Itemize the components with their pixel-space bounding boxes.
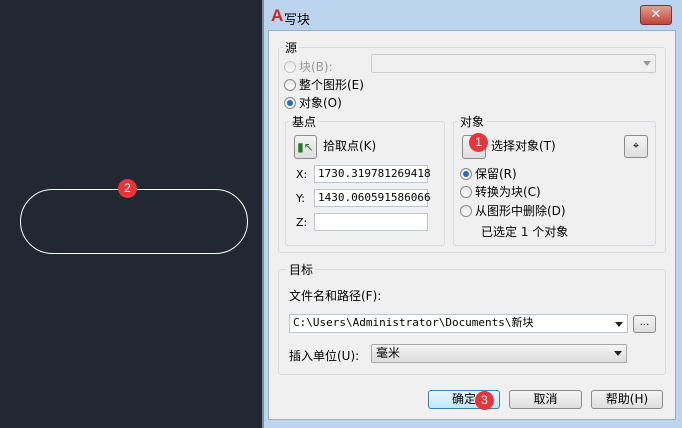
- chevron-down-icon: [614, 351, 622, 356]
- convert-to-block-radio[interactable]: 转换为块(C): [460, 183, 541, 200]
- source-label: 源: [283, 39, 300, 56]
- block-name-dropdown[interactable]: [371, 54, 656, 73]
- help-button[interactable]: 帮助(H): [591, 390, 663, 409]
- radio-circle-selected: [284, 96, 296, 109]
- y-input[interactable]: 1430.060591586066: [314, 189, 431, 207]
- pick-point-icon: ▮↖: [297, 140, 314, 154]
- file-path-value: C:\Users\Administrator\Documents\新块: [293, 316, 534, 329]
- pick-point-button[interactable]: ▮↖: [294, 135, 317, 159]
- retain-label: 保留(R): [475, 167, 517, 181]
- radio-circle-selected: [460, 167, 472, 180]
- z-label: Z:: [296, 216, 308, 229]
- radio-circle: [284, 78, 296, 91]
- radio-circle: [460, 185, 472, 198]
- step-badge-3: 3: [475, 391, 494, 410]
- quick-select-icon: ⌖: [632, 139, 640, 152]
- x-input[interactable]: 1730.319781269418: [314, 165, 431, 183]
- objects-group-label: 对象: [458, 113, 487, 130]
- objects-radio[interactable]: 对象(O): [284, 94, 342, 111]
- block-radio-label: 块(B):: [299, 60, 333, 74]
- selection-status: 已选定 1 个对象: [481, 225, 569, 239]
- cancel-button[interactable]: 取消: [509, 390, 582, 409]
- y-label: Y:: [296, 192, 305, 205]
- chevron-down-icon: [615, 322, 623, 327]
- close-button[interactable]: ✕: [640, 5, 672, 25]
- step-badge-1: 1: [469, 133, 488, 152]
- entire-drawing-label: 整个图形(E): [299, 78, 364, 92]
- z-input[interactable]: [314, 213, 428, 231]
- destination-label: 目标: [287, 261, 316, 278]
- delete-label: 从图形中删除(D): [475, 204, 566, 218]
- radio-circle: [284, 60, 296, 73]
- convert-label: 转换为块(C): [475, 185, 541, 199]
- entire-drawing-radio[interactable]: 整个图形(E): [284, 76, 364, 93]
- objects-radio-label: 对象(O): [299, 96, 342, 110]
- delete-from-drawing-radio[interactable]: 从图形中删除(D): [460, 202, 566, 219]
- block-radio[interactable]: 块(B):: [284, 58, 333, 75]
- quick-select-button[interactable]: ⌖: [624, 135, 648, 158]
- chevron-down-icon: [643, 61, 651, 66]
- insert-units-value: 毫米: [376, 346, 401, 360]
- x-label: X:: [296, 168, 308, 181]
- file-path-combo[interactable]: C:\Users\Administrator\Documents\新块: [289, 314, 628, 333]
- select-objects-label: 选择对象(T): [491, 139, 556, 153]
- retain-radio[interactable]: 保留(R): [460, 165, 517, 182]
- dialog-title: 写块: [284, 13, 311, 28]
- file-path-label: 文件名和路径(F):: [289, 289, 382, 303]
- base-point-label: 基点: [290, 113, 319, 130]
- rounded-slot-shape[interactable]: [20, 189, 248, 254]
- insert-units-label: 插入单位(U):: [289, 349, 360, 363]
- step-badge-2: 2: [118, 179, 137, 198]
- insert-units-dropdown[interactable]: 毫米: [371, 344, 627, 363]
- browse-button[interactable]: ...: [633, 315, 656, 333]
- radio-circle: [460, 204, 472, 217]
- pick-point-label: 拾取点(K): [323, 139, 377, 153]
